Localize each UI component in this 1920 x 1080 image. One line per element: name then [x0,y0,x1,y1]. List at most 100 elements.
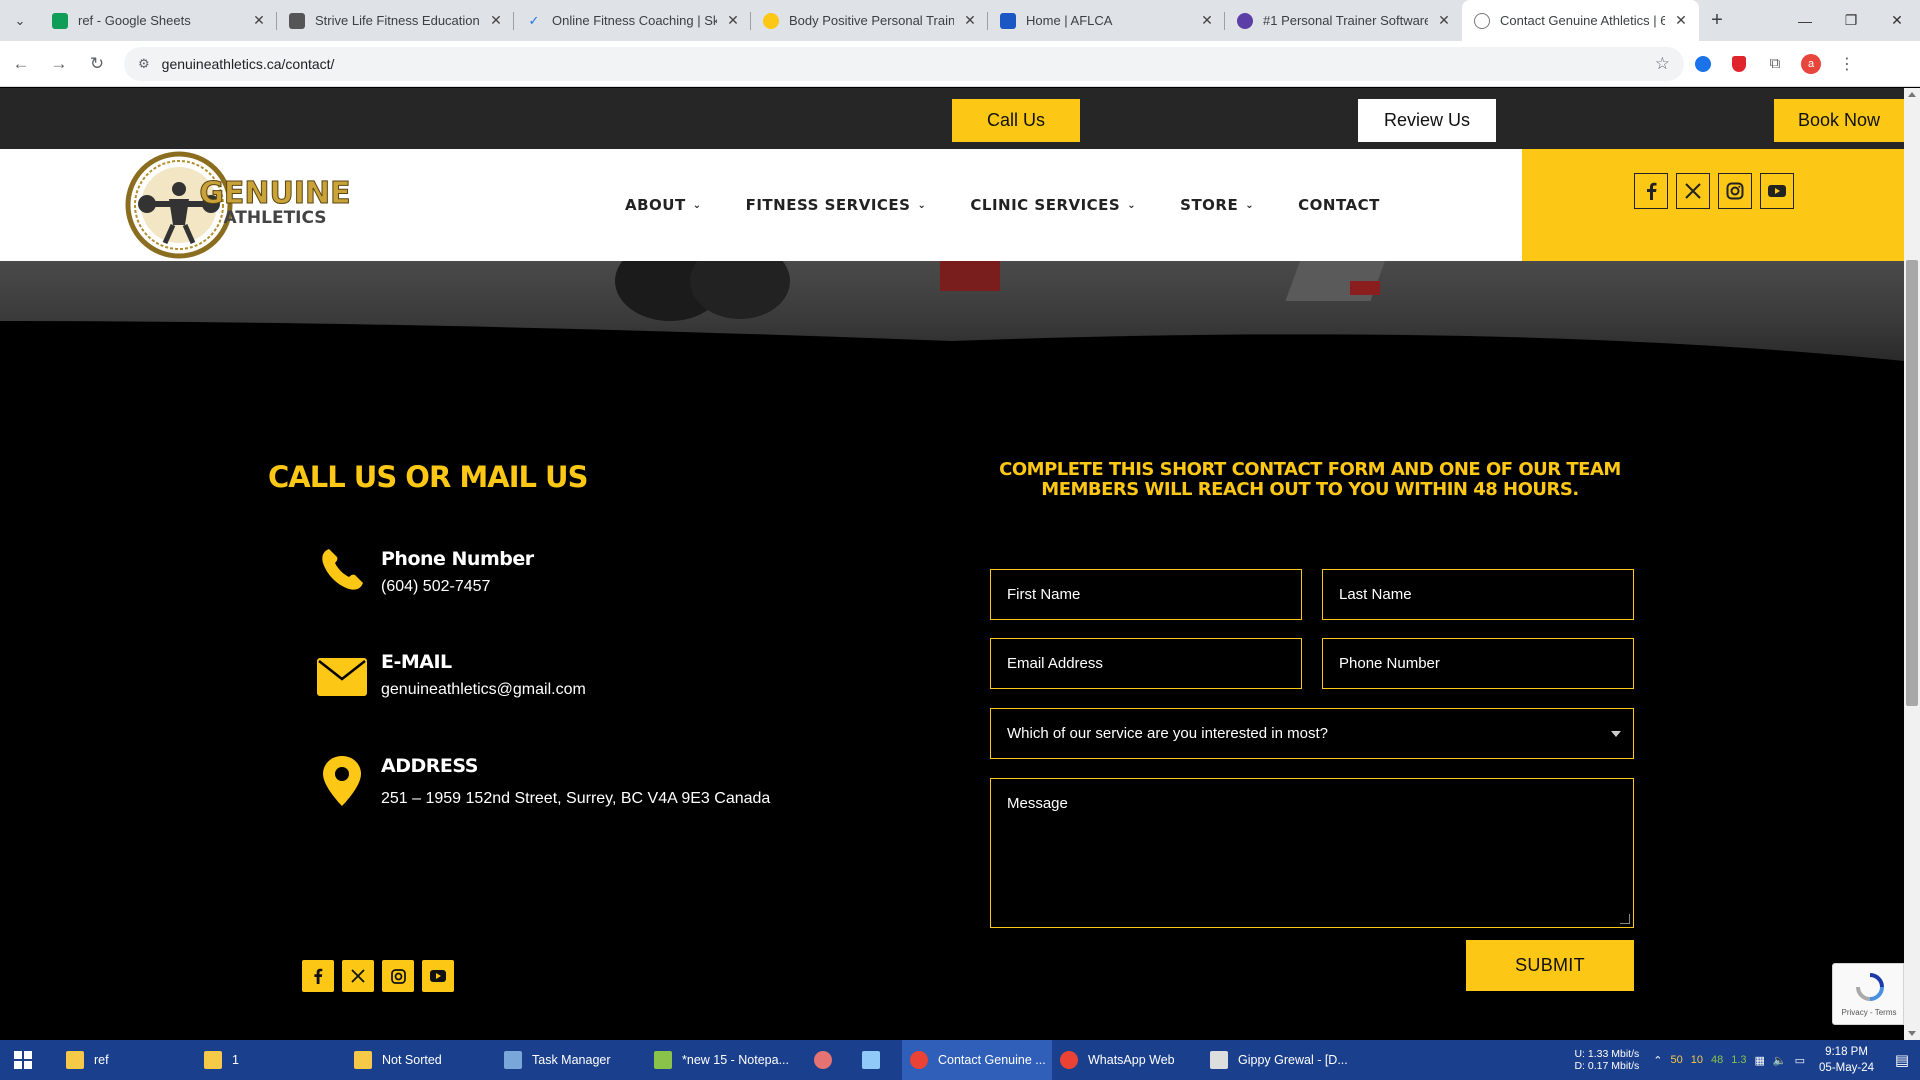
taskbar-item-chrome-contact[interactable]: Contact Genuine ... [902,1040,1052,1080]
extension-button[interactable] [1722,47,1756,81]
check-icon: ✓ [528,12,540,28]
close-tab-icon[interactable]: ✕ [251,12,267,29]
call-us-button[interactable]: Call Us [952,99,1080,142]
last-name-field[interactable]: Last Name [1322,569,1634,620]
submit-button[interactable]: SUBMIT [1466,940,1634,991]
taskbar-item-whatsapp[interactable]: WhatsApp Web [1052,1040,1202,1080]
taskbar-item-1[interactable]: 1 [196,1040,346,1080]
back-icon[interactable]: ← [4,47,38,81]
taskbar-label: *new 15 - Notepa... [682,1053,790,1067]
volume-icon[interactable]: 🔈 [1773,1054,1787,1067]
taskbar-label: Contact Genuine ... [938,1053,1046,1067]
close-tab-icon[interactable]: ✕ [1199,12,1215,29]
taskbar-item-ref[interactable]: ref [46,1040,196,1080]
browser-menu-button[interactable]: ⋮ [1830,47,1864,81]
main-navigation: ABOUT ⌄ FITNESS SERVICES ⌄ CLINIC SERVICES… [625,149,1424,261]
instagram-icon[interactable] [1718,173,1752,209]
close-window-icon[interactable]: ✕ [1874,0,1920,41]
close-tab-icon[interactable]: ✕ [1436,12,1452,29]
genuine-athletics-logo[interactable]: GENUINE ATHLETICS [125,151,383,259]
close-tab-icon[interactable]: ✕ [1673,12,1689,29]
address-label: ADDRESS [381,755,478,777]
youtube-icon[interactable] [422,960,454,992]
message-textarea[interactable]: Message [990,778,1634,928]
browser-tab[interactable]: Body Positive Personal Training ✕ [751,0,988,41]
book-now-button[interactable]: Book Now [1774,99,1904,142]
gear-icon [1474,12,1490,29]
minimize-icon[interactable]: — [1782,0,1828,41]
phone-field[interactable]: Phone Number [1322,638,1634,689]
taskbar-label: Gippy Grewal - [D... [1238,1053,1348,1067]
close-tab-icon[interactable]: ✕ [488,12,504,29]
extension-button[interactable] [1686,47,1720,81]
instagram-icon[interactable] [382,960,414,992]
close-tab-icon[interactable]: ✕ [725,12,741,29]
tray-number[interactable]: 1.3 [1731,1054,1746,1066]
form-heading: COMPLETE THIS SHORT CONTACT FORM AND ONE… [999,459,1621,500]
browser-tab[interactable]: ref - Google Sheets ✕ [40,0,277,41]
taskbar-item-not-sorted[interactable]: Not Sorted [346,1040,496,1080]
new-tab-button[interactable]: + [1699,0,1735,41]
network-icon[interactable]: ▦ [1755,1054,1765,1067]
tab-title: #1 Personal Trainer Software - T [1263,13,1428,28]
facebook-icon[interactable] [1634,173,1668,209]
browser-tab[interactable]: #1 Personal Trainer Software - T ✕ [1225,0,1462,41]
forward-icon[interactable]: → [42,47,76,81]
address-value: 251 – 1959 152nd Street, Surrey, BC V4A … [381,790,771,807]
tray-number[interactable]: 48 [1711,1054,1723,1066]
url-text[interactable]: genuineathletics.ca/contact/ [162,56,1655,72]
clock[interactable]: 9:18 PM 05-May-24 [1819,1044,1874,1076]
nav-item-contact[interactable]: CONTACT [1298,196,1380,214]
windows-start-button[interactable] [0,1040,46,1080]
chevron-up-icon[interactable]: ⌃ [1653,1054,1662,1067]
service-select[interactable]: Which of our service are you interested … [990,708,1634,759]
taskbar-label: 1 [232,1053,239,1067]
youtube-icon[interactable] [1760,173,1794,209]
recaptcha-links[interactable]: Privacy - Terms [1833,1008,1904,1017]
scrollbar-thumb[interactable] [1906,260,1918,706]
close-tab-icon[interactable]: ✕ [962,12,978,29]
taskbar-item-app[interactable] [806,1040,854,1080]
bookmark-star-icon[interactable]: ☆ [1655,54,1670,74]
email-field[interactable]: Email Address [990,638,1302,689]
extensions-menu-button[interactable]: ⧉ [1758,47,1792,81]
nav-item-fitness-services[interactable]: FITNESS SERVICES ⌄ [746,196,927,214]
facebook-icon[interactable] [302,960,334,992]
review-us-button[interactable]: Review Us [1358,99,1496,142]
browser-tab[interactable]: Strive Life Fitness Education | O ✕ [277,0,514,41]
address-bar[interactable]: ⚙ genuineathletics.ca/contact/ ☆ [124,46,1684,81]
chevron-down-icon: ⌄ [692,199,702,211]
tray-number[interactable]: 50 [1670,1054,1682,1066]
page-scrollbar[interactable] [1904,88,1920,1040]
nav-item-clinic-services[interactable]: CLINIC SERVICES ⌄ [970,196,1136,214]
reload-icon[interactable]: ↻ [80,47,114,81]
phone-value[interactable]: (604) 502-7457 [381,578,490,596]
recaptcha-badge[interactable]: Privacy - Terms [1832,963,1904,1025]
battery-icon[interactable]: ▭ [1795,1054,1805,1067]
restore-icon[interactable]: ❐ [1828,0,1874,41]
email-value[interactable]: genuineathletics@gmail.com [381,681,586,699]
first-name-field[interactable]: First Name [990,569,1302,620]
nav-item-about[interactable]: ABOUT ⌄ [625,196,702,214]
browser-tab[interactable]: ✓ Online Fitness Coaching | Skyp ✕ [514,0,751,41]
browser-tab-active[interactable]: Contact Genuine Athletics | 604 ✕ [1462,0,1699,41]
tab-search-icon[interactable]: ⌄ [0,0,40,41]
tray-number[interactable]: 10 [1691,1054,1703,1066]
site-info-icon[interactable]: ⚙ [138,56,150,72]
profile-button[interactable]: a [1794,47,1828,81]
nav-item-store[interactable]: STORE ⌄ [1180,196,1254,214]
net-down-label: D: [1574,1060,1585,1072]
x-twitter-icon[interactable] [342,960,374,992]
header-social-bar [1522,149,1904,261]
x-twitter-icon[interactable] [1676,173,1710,209]
taskbar-item-task-manager[interactable]: Task Manager [496,1040,646,1080]
scroll-down-icon[interactable] [1908,1031,1916,1036]
taskbar-item-calculator[interactable] [854,1040,902,1080]
resize-handle-icon[interactable] [1620,914,1630,924]
scroll-up-icon[interactable] [1908,92,1916,97]
notification-icon[interactable]: ▤ [1884,1051,1920,1069]
taskbar-item-media[interactable]: Gippy Grewal - [D... [1202,1040,1352,1080]
browser-tab[interactable]: Home | AFLCA ✕ [988,0,1225,41]
aflca-icon [1000,12,1016,29]
taskbar-item-notepad[interactable]: *new 15 - Notepa... [646,1040,806,1080]
